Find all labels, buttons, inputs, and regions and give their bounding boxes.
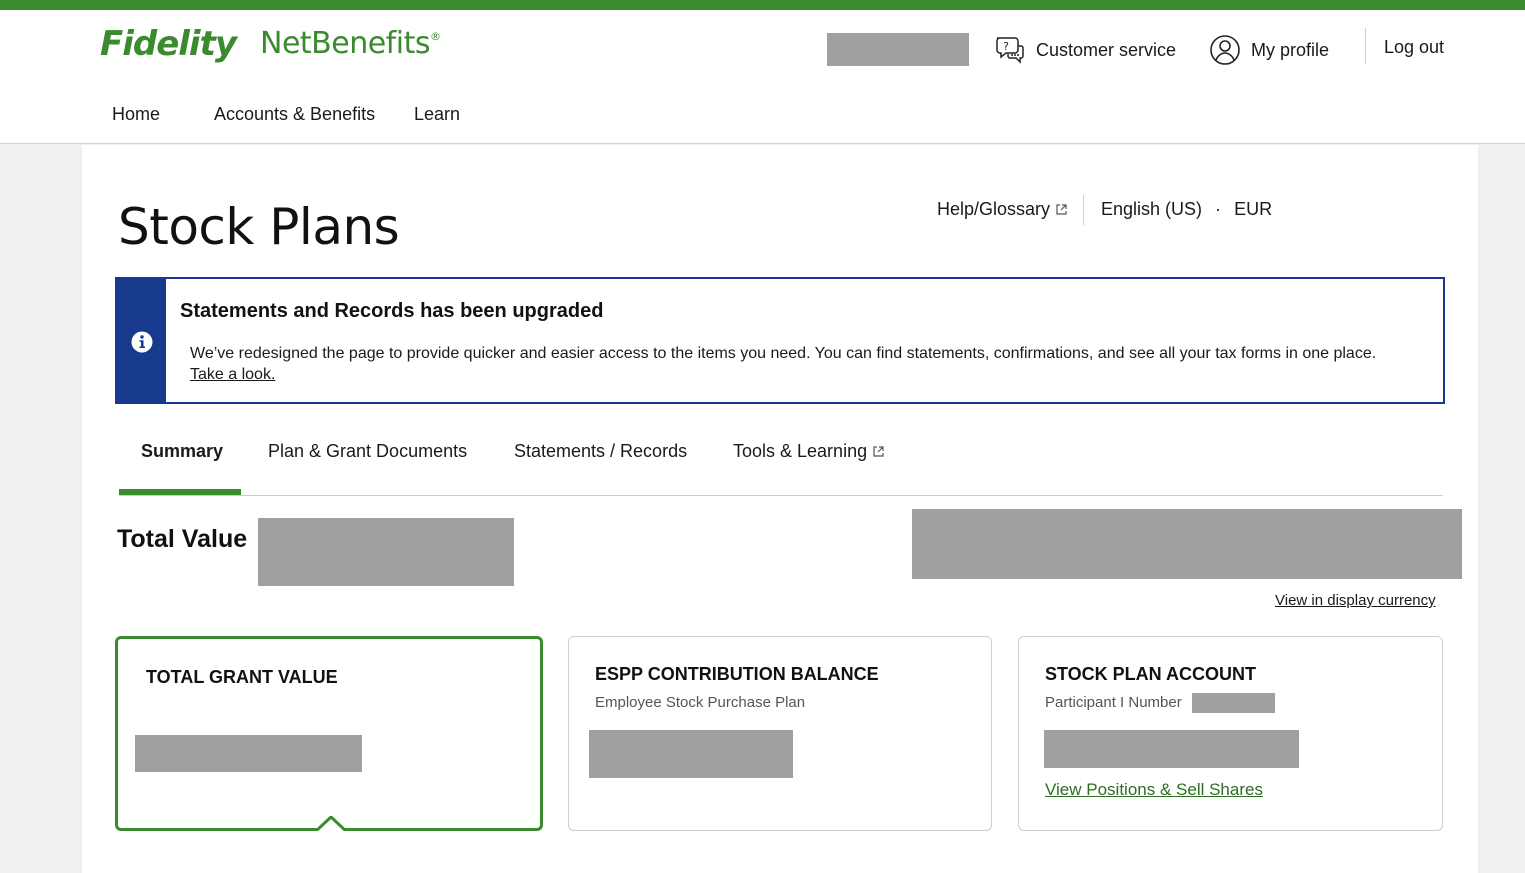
log-out-label: Log out [1384, 37, 1445, 57]
brand-top-bar [0, 0, 1525, 10]
card-title-espp: ESPP CONTRIBUTION BALANCE [595, 664, 879, 684]
redacted-grant-value [135, 735, 362, 772]
redacted-user-name [827, 33, 969, 66]
alert-side-bar [117, 279, 166, 402]
chat-question-icon: ? [996, 37, 1024, 64]
alert-body-text: We’ve redesigned the page to provide qui… [190, 345, 1377, 362]
currency-label: EUR [1234, 199, 1273, 219]
total-grant-value-card[interactable]: TOTAL GRANT VALUE [115, 636, 543, 831]
help-glossary-label: Help/Glossary [937, 199, 1051, 219]
alert-body: We’ve redesigned the page to provide qui… [190, 343, 1410, 385]
card-title-grant: TOTAL GRANT VALUE [146, 667, 338, 687]
nav-learn[interactable]: Learn [414, 104, 460, 125]
language-label: English (US) [1101, 199, 1203, 219]
svg-text:?: ? [1003, 40, 1009, 53]
card-subtitle-espp: Employee Stock Purchase Plan [595, 694, 806, 711]
header-divider [1365, 28, 1366, 64]
tab-summary[interactable]: Summary [141, 441, 223, 462]
user-circle-icon [1210, 35, 1240, 65]
site-header: Fidelity NetBenefits® ? Customer service… [0, 10, 1525, 144]
fidelity-logo[interactable]: Fidelity [100, 24, 237, 64]
upgrade-alert-banner: Statements and Records has been upgraded… [115, 277, 1445, 404]
redacted-espp-balance [589, 730, 793, 778]
nav-accounts-benefits[interactable]: Accounts & Benefits [214, 104, 375, 125]
tab-divider [119, 495, 1443, 496]
view-display-currency-link[interactable]: View in display currency [1275, 592, 1436, 609]
redacted-account-value [1044, 730, 1299, 768]
redacted-participant-number [1192, 693, 1275, 713]
separator-dot: · [1215, 199, 1222, 219]
card-title-account: STOCK PLAN ACCOUNT [1045, 664, 1256, 684]
take-a-look-link[interactable]: Take a look. [190, 366, 275, 383]
customer-service-link[interactable]: ? Customer service [994, 34, 1176, 66]
external-link-icon [873, 446, 884, 457]
utility-divider [1083, 195, 1084, 225]
tab-plan-grant-documents[interactable]: Plan & Grant Documents [268, 441, 467, 462]
my-profile-link[interactable]: My profile [1209, 34, 1329, 66]
info-icon [131, 331, 153, 353]
tab-statements-records[interactable]: Statements / Records [514, 441, 687, 462]
alert-title: Statements and Records has been upgraded [180, 300, 604, 322]
view-positions-sell-shares-link[interactable]: View Positions & Sell Shares [1045, 780, 1263, 800]
customer-service-label: Customer service [1036, 39, 1177, 60]
redacted-value-detail [912, 509, 1462, 579]
my-profile-label: My profile [1251, 39, 1330, 60]
tab-tools-learning[interactable]: Tools & Learning [733, 441, 885, 462]
tab-tools-learning-label: Tools & Learning [733, 441, 868, 461]
card-subtitle-account: Participant I Number [1045, 694, 1182, 711]
netbenefits-logo[interactable]: NetBenefits® [260, 26, 441, 61]
page-title: Stock Plans [118, 198, 400, 256]
language-currency-selector[interactable]: English (US) · EUR [1101, 199, 1272, 220]
external-link-icon [1056, 204, 1067, 215]
total-value-label: Total Value [117, 525, 248, 553]
selected-card-pointer [316, 816, 346, 834]
registered-mark: ® [429, 30, 441, 43]
nav-home[interactable]: Home [112, 104, 160, 125]
log-out-link[interactable]: Log out [1384, 37, 1444, 58]
netbenefits-logo-text: NetBenefits [260, 26, 430, 61]
redacted-total-value [258, 518, 514, 586]
help-glossary-link[interactable]: Help/Glossary [937, 199, 1068, 220]
